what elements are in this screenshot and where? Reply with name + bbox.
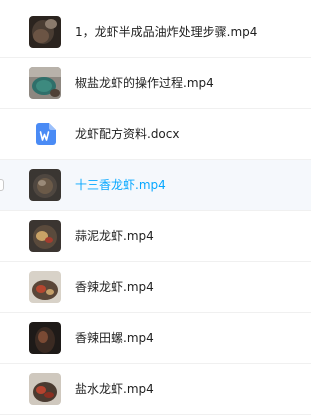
file-name: 蒜泥龙虾.mp4	[75, 229, 154, 243]
file-row[interactable]: 蒜泥龙虾.mp4	[0, 211, 311, 262]
file-list: 1，龙虾半成品油炸处理步骤.mp4 椒盐龙虾的操作过程.mp4 龙虾配方资料.d…	[0, 0, 311, 416]
file-row[interactable]: 香辣龙虾.mp4	[0, 262, 311, 313]
file-row[interactable]: 香辣田螺.mp4	[0, 313, 311, 364]
file-row[interactable]: 盐水龙虾.mp4	[0, 364, 311, 415]
file-name: 香辣龙虾.mp4	[75, 280, 154, 294]
file-name: 1，龙虾半成品油炸处理步骤.mp4	[75, 25, 258, 39]
file-name: 椒盐龙虾的操作过程.mp4	[75, 76, 214, 90]
file-row[interactable]: 龙虾配方资料.docx	[0, 109, 311, 160]
file-name: 盐水龙虾.mp4	[75, 382, 154, 396]
file-row-selected[interactable]: 十三香龙虾.mp4	[0, 160, 311, 211]
video-thumbnail-icon	[29, 16, 61, 48]
video-thumbnail-icon	[29, 169, 61, 201]
row-checkbox[interactable]	[0, 179, 4, 191]
video-thumbnail-icon	[29, 373, 61, 405]
video-thumbnail-icon	[29, 271, 61, 303]
video-thumbnail-icon	[29, 67, 61, 99]
video-thumbnail-icon	[29, 220, 61, 252]
file-row[interactable]: 1，龙虾半成品油炸处理步骤.mp4	[0, 7, 311, 58]
video-thumbnail-icon	[29, 322, 61, 354]
file-name: 龙虾配方资料.docx	[75, 127, 180, 141]
file-name: 香辣田螺.mp4	[75, 331, 154, 345]
word-document-icon	[36, 123, 56, 145]
file-name: 十三香龙虾.mp4	[75, 178, 166, 192]
file-row[interactable]: 椒盐龙虾的操作过程.mp4	[0, 58, 311, 109]
